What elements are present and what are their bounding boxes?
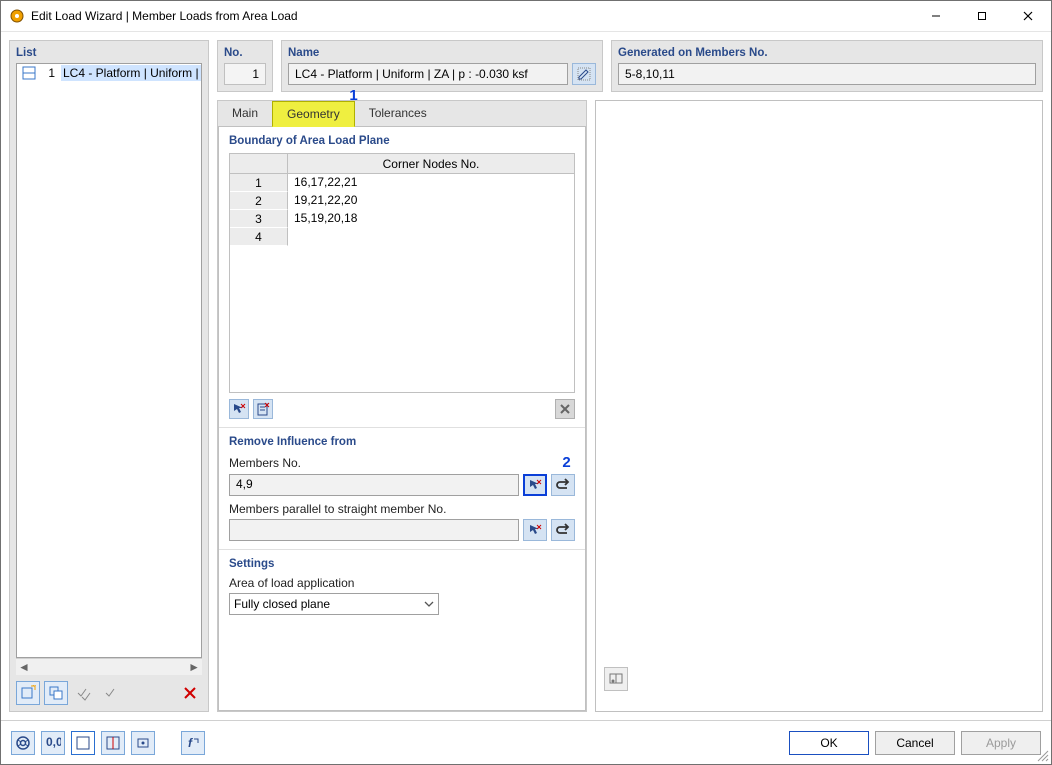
list-item-number: 1 [41, 66, 55, 80]
load-icon [21, 65, 37, 81]
view-a-button[interactable] [71, 731, 95, 755]
list-item[interactable]: 1 LC4 - Platform | Uniform | ZA | p : [17, 64, 201, 82]
table-row: 116,17,22,21 [230, 174, 574, 192]
resize-grip[interactable] [1035, 748, 1049, 762]
tab-bar: Main Geometry 1 Tolerances [218, 101, 586, 127]
window-title: Edit Load Wizard | Member Loads from Are… [31, 9, 913, 23]
tab-main[interactable]: Main [218, 101, 272, 126]
boundary-group: Boundary of Area Load Plane Corner Nodes… [219, 127, 585, 428]
new-item-button[interactable]: * [16, 681, 40, 705]
table-row: 219,21,22,20 [230, 192, 574, 210]
script-button[interactable]: f [181, 731, 205, 755]
close-button[interactable] [1005, 1, 1051, 31]
ok-button[interactable]: OK [789, 731, 869, 755]
list-scrollbar[interactable]: ◄► [16, 658, 202, 675]
pick-members-button[interactable] [523, 474, 547, 496]
name-panel: Name LC4 - Platform | Uniform | ZA | p :… [281, 40, 603, 92]
delete-item-button[interactable] [178, 681, 202, 705]
svg-text:*: * [32, 685, 36, 693]
clear-grid-button[interactable] [555, 399, 575, 419]
edit-name-button[interactable] [572, 63, 596, 85]
pick-parallel-button[interactable] [523, 519, 547, 541]
svg-text:f: f [188, 736, 193, 750]
remove-influence-title: Remove Influence from [229, 436, 575, 448]
cancel-button[interactable]: Cancel [875, 731, 955, 755]
list-header: List [16, 47, 202, 59]
parallel-label: Members parallel to straight member No. [229, 502, 575, 516]
minimize-button[interactable] [913, 1, 959, 31]
name-label: Name [288, 47, 596, 59]
view-c-button[interactable] [131, 731, 155, 755]
no-label: No. [224, 47, 266, 59]
no-panel: No. 1 [217, 40, 273, 92]
preview-panel [595, 100, 1043, 712]
generated-field: 5-8,10,11 [618, 63, 1036, 85]
area-select[interactable]: Fully closed plane [229, 593, 439, 615]
parallel-input[interactable] [229, 519, 519, 541]
help-button[interactable] [11, 731, 35, 755]
settings-title: Settings [229, 558, 575, 570]
generated-label: Generated on Members No. [618, 47, 1036, 59]
callout-2: 2 [562, 454, 570, 471]
corner-nodes-col-header: Corner Nodes No. [288, 154, 574, 173]
view-b-button[interactable] [101, 731, 125, 755]
boundary-title: Boundary of Area Load Plane [229, 135, 575, 147]
app-icon [9, 8, 25, 24]
reset-members-button[interactable] [551, 474, 575, 496]
table-row: 315,19,20,18 [230, 210, 574, 228]
name-field[interactable]: LC4 - Platform | Uniform | ZA | p : -0.0… [288, 63, 568, 85]
units-button[interactable]: 0,00 [41, 731, 65, 755]
no-field[interactable]: 1 [224, 63, 266, 85]
maximize-button[interactable] [959, 1, 1005, 31]
table-row: 4 [230, 228, 574, 246]
reset-parallel-button[interactable] [551, 519, 575, 541]
svg-text:0,00: 0,00 [46, 735, 61, 749]
titlebar: Edit Load Wizard | Member Loads from Are… [1, 1, 1051, 32]
area-label: Area of load application [229, 576, 575, 590]
list-panel: List 1 LC4 - Platform | Uniform | ZA | p… [9, 40, 209, 712]
tab-geometry[interactable]: Geometry 1 [272, 101, 355, 127]
preview-view-button[interactable] [604, 667, 628, 691]
check-b-button[interactable] [100, 681, 124, 705]
apply-button[interactable]: Apply [961, 731, 1041, 755]
members-no-label: Members No. 2 [229, 454, 575, 471]
generated-panel: Generated on Members No. 5-8,10,11 [611, 40, 1043, 92]
list-item-label: LC4 - Platform | Uniform | ZA | p : [61, 65, 201, 81]
remove-influence-group: Remove Influence from Members No. 2 4,9 … [219, 428, 585, 550]
members-no-input[interactable]: 4,9 [229, 474, 519, 496]
corner-nodes-grid[interactable]: Corner Nodes No. 116,17,22,21 219,21,22,… [229, 153, 575, 393]
check-a-button[interactable] [72, 681, 96, 705]
pick-nodes-button[interactable] [229, 399, 249, 419]
list-box[interactable]: 1 LC4 - Platform | Uniform | ZA | p : [16, 63, 202, 658]
copy-item-button[interactable] [44, 681, 68, 705]
settings-group: Settings Area of load application Fully … [219, 550, 585, 623]
area-select-value: Fully closed plane [234, 597, 330, 611]
chevron-down-icon [424, 599, 434, 609]
tab-tolerances[interactable]: Tolerances [355, 101, 441, 126]
list-nodes-button[interactable] [253, 399, 273, 419]
